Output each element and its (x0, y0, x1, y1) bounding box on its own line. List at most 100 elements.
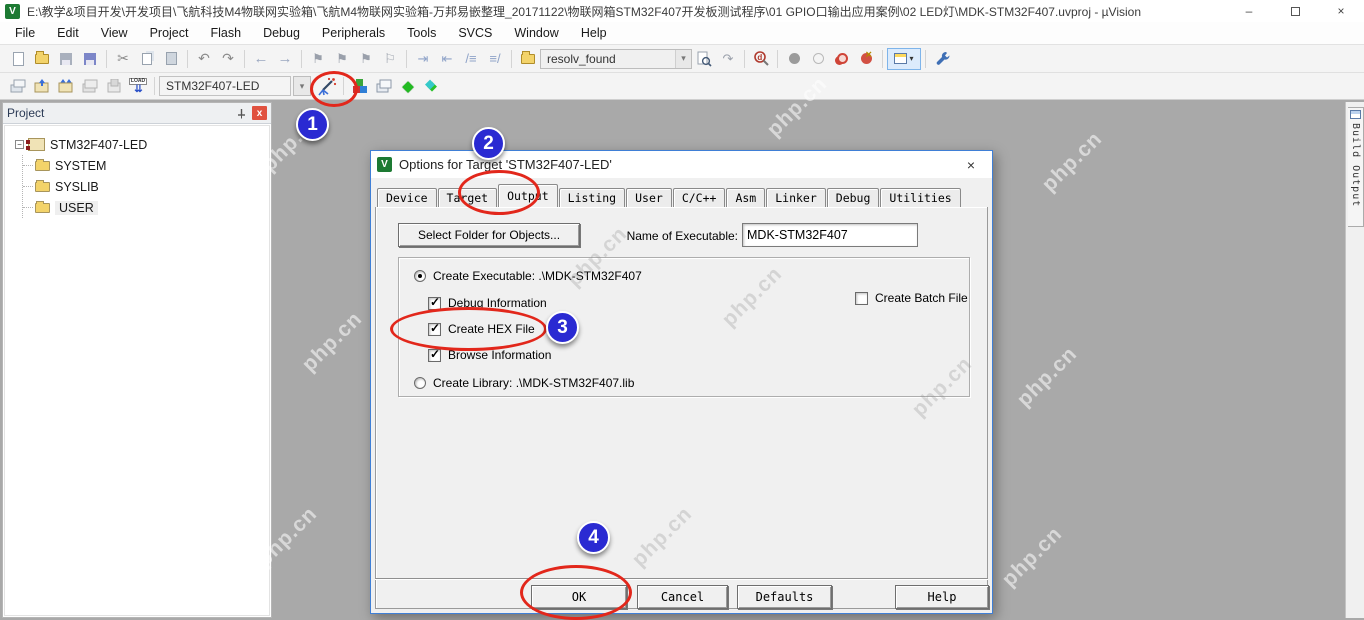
name-of-executable-input[interactable] (742, 223, 918, 247)
translate-icon[interactable] (6, 74, 30, 98)
options-for-target-wand-icon[interactable] (315, 74, 339, 98)
ok-button[interactable]: OK (531, 585, 627, 609)
target-dropdown-button[interactable]: ▾ (293, 76, 311, 96)
comment-selection-icon[interactable]: /≡ (459, 47, 483, 71)
tab-utilities[interactable]: Utilities (880, 188, 961, 207)
create-hex-row[interactable]: Create HEX File (428, 321, 535, 336)
indent-icon[interactable]: ⇥ (411, 47, 435, 71)
file-extensions-icon[interactable] (372, 74, 396, 98)
menu-file[interactable]: File (4, 23, 46, 43)
navigate-back-icon[interactable]: ← (249, 47, 273, 71)
uncomment-selection-icon[interactable]: ≡/ (483, 47, 507, 71)
create-library-radio[interactable] (414, 377, 426, 389)
browse-information-row[interactable]: Browse Information (428, 347, 551, 362)
tab-user[interactable]: User (626, 188, 672, 207)
paste-icon[interactable] (159, 47, 183, 71)
menu-peripherals[interactable]: Peripherals (311, 23, 396, 43)
quick-find-icon[interactable]: d (749, 47, 773, 71)
minimize-button[interactable]: – (1226, 0, 1272, 22)
disable-breakpoint-icon[interactable] (806, 47, 830, 71)
find-in-files-icon[interactable] (692, 47, 716, 71)
download-load-icon[interactable]: LOAD ⇊ (126, 74, 150, 98)
save-icon[interactable] (54, 47, 78, 71)
close-button[interactable]: × (1318, 0, 1364, 22)
stop-build-icon[interactable] (102, 74, 126, 98)
configure-wrench-icon[interactable] (930, 47, 954, 71)
find-in-files-combo[interactable]: resolv_found ▾ (540, 48, 692, 69)
tree-item-user[interactable]: USER (23, 197, 269, 218)
search-folder-icon[interactable] (516, 47, 540, 71)
search-input[interactable]: resolv_found (541, 52, 675, 66)
copy-icon[interactable] (135, 47, 159, 71)
tab-linker[interactable]: Linker (766, 188, 826, 207)
tree-item-syslib[interactable]: SYSLIB (23, 176, 269, 197)
navigate-forward-icon[interactable]: → (273, 47, 297, 71)
select-folder-button[interactable]: Select Folder for Objects... (398, 223, 580, 247)
insert-bookmark-icon[interactable]: ⚑ (306, 47, 330, 71)
debug-information-row[interactable]: Debug Information (428, 295, 547, 310)
dialog-close-icon[interactable]: × (956, 157, 986, 173)
browse-information-checkbox[interactable] (428, 347, 441, 362)
help-button[interactable]: Help (895, 585, 989, 609)
create-batch-row[interactable]: Create Batch File (855, 291, 968, 305)
cut-icon[interactable]: ✂ (111, 47, 135, 71)
next-bookmark-icon[interactable]: ⚑ (330, 47, 354, 71)
tab-device[interactable]: Device (377, 188, 437, 207)
new-file-icon[interactable] (6, 47, 30, 71)
project-panel-close-icon[interactable]: x (252, 106, 267, 120)
disable-all-breakpoints-icon[interactable] (830, 47, 854, 71)
search-dropdown-icon[interactable]: ▾ (675, 49, 691, 68)
build-output-tab[interactable]: Build Output (1348, 107, 1364, 227)
unindent-icon[interactable]: ⇤ (435, 47, 459, 71)
kill-all-breakpoints-icon[interactable] (854, 47, 878, 71)
rebuild-icon[interactable] (54, 74, 78, 98)
menu-tools[interactable]: Tools (396, 23, 447, 43)
menu-debug[interactable]: Debug (252, 23, 311, 43)
build-icon[interactable] (30, 74, 54, 98)
target-select-combo[interactable]: STM32F407-LED (159, 76, 291, 96)
menu-project[interactable]: Project (139, 23, 200, 43)
tree-item-system[interactable]: SYSTEM (23, 155, 269, 176)
open-file-icon[interactable] (30, 47, 54, 71)
create-hex-checkbox[interactable] (428, 321, 441, 336)
collapse-icon[interactable]: − (15, 140, 24, 149)
redo-icon[interactable]: ↷ (216, 47, 240, 71)
create-batch-checkbox[interactable] (855, 291, 868, 305)
tab-debug[interactable]: Debug (826, 188, 880, 207)
window-layout-button[interactable]: ▾ (887, 47, 921, 70)
undo-icon[interactable]: ↶ (192, 47, 216, 71)
dialog-titlebar[interactable]: V Options for Target 'STM32F407-LED' × (371, 151, 992, 178)
tree-item-label: SYSLIB (55, 179, 99, 194)
run-time-environment-icon[interactable]: ◆ (396, 74, 420, 98)
save-all-icon[interactable] (78, 47, 102, 71)
tab-asm[interactable]: Asm (726, 188, 766, 207)
multi-project-workspace-icon[interactable]: ◆ (420, 74, 444, 98)
menu-view[interactable]: View (90, 23, 139, 43)
create-executable-radio-row[interactable]: Create Executable: .\MDK-STM32F407 (414, 269, 642, 283)
cancel-button[interactable]: Cancel (637, 585, 728, 609)
previous-bookmark-icon[interactable]: ⚑ (354, 47, 378, 71)
debug-information-checkbox[interactable] (428, 295, 441, 310)
defaults-button[interactable]: Defaults (737, 585, 832, 609)
create-executable-radio[interactable] (414, 270, 426, 282)
menu-svcs[interactable]: SVCS (447, 23, 503, 43)
tab-cpp[interactable]: C/C++ (672, 188, 726, 207)
create-batch-label: Create Batch File (875, 291, 968, 305)
menu-window[interactable]: Window (503, 23, 569, 43)
insert-breakpoint-icon[interactable] (782, 47, 806, 71)
tree-root-target[interactable]: − STM32F407-LED (15, 134, 269, 155)
find-next-icon[interactable]: ↷ (716, 47, 740, 71)
batch-build-icon[interactable] (78, 74, 102, 98)
pin-icon[interactable] (234, 106, 248, 120)
menu-help[interactable]: Help (570, 23, 618, 43)
create-library-radio-row[interactable]: Create Library: .\MDK-STM32F407.lib (414, 376, 634, 390)
menu-flash[interactable]: Flash (199, 23, 252, 43)
tab-target[interactable]: Target (437, 188, 498, 207)
dialog-separator (375, 578, 988, 580)
tab-output[interactable]: Output (498, 184, 558, 207)
manage-project-items-icon[interactable] (348, 74, 372, 98)
clear-bookmarks-icon[interactable]: ⚐ (378, 47, 402, 71)
tab-listing[interactable]: Listing (558, 188, 626, 207)
menu-edit[interactable]: Edit (46, 23, 90, 43)
maximize-button[interactable] (1272, 0, 1318, 22)
